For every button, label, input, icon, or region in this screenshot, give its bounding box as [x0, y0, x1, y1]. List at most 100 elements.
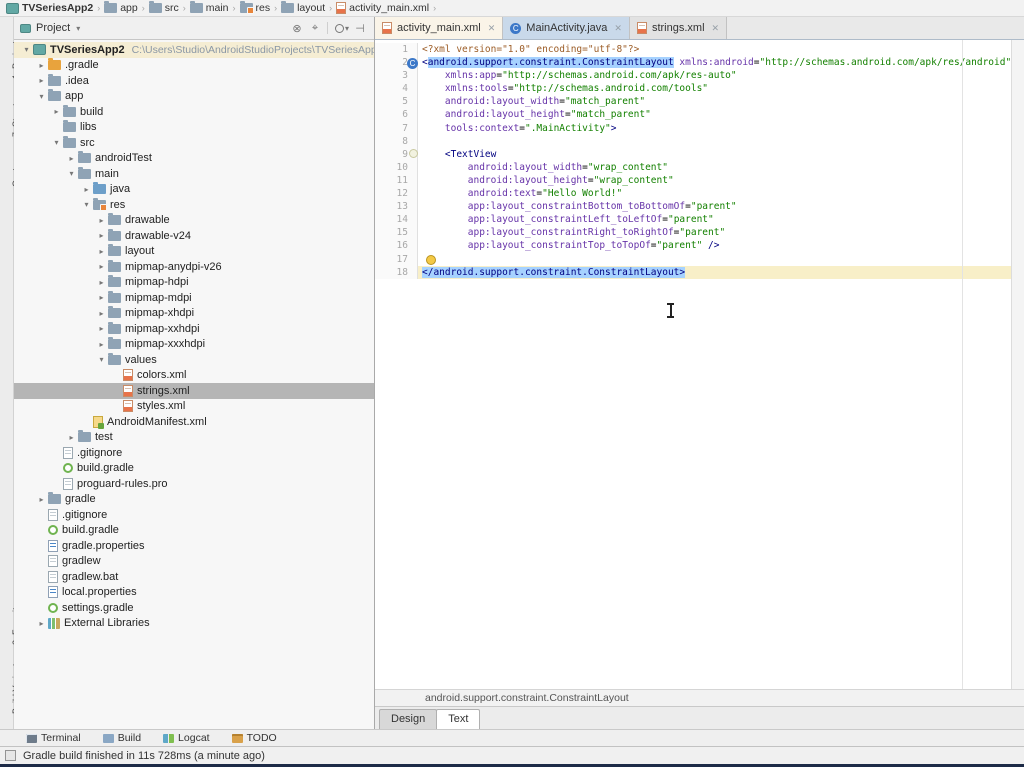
breadcrumb: TVSeriesApp2›app›src›main›res›layout›act…: [0, 0, 1024, 17]
hide-panel-button[interactable]: ⊣: [352, 20, 368, 36]
collapsed-arrow-icon[interactable]: ▸: [50, 107, 63, 116]
collapsed-arrow-icon[interactable]: ▸: [95, 309, 108, 318]
tree-item-mipmap-mdpi[interactable]: ▸mipmap-mdpi: [14, 290, 374, 306]
tree-item--gradle[interactable]: ▸.gradle: [14, 58, 374, 74]
tree-item-main[interactable]: ▾main: [14, 166, 374, 182]
tree-item-colors-xml[interactable]: colors.xml: [14, 368, 374, 384]
collapsed-arrow-icon[interactable]: ▸: [80, 185, 93, 194]
expanded-arrow-icon[interactable]: ▾: [95, 355, 108, 364]
toolwindow-button-terminal[interactable]: Terminal: [26, 732, 81, 744]
tree-item-androidTest[interactable]: ▸androidTest: [14, 151, 374, 167]
expanded-arrow-icon[interactable]: ▾: [20, 45, 33, 54]
tree-item-label: libs: [80, 121, 97, 133]
collapsed-arrow-icon[interactable]: ▸: [95, 262, 108, 271]
toolwindow-toggle-icon[interactable]: [5, 750, 16, 761]
collapsed-arrow-icon[interactable]: ▸: [35, 495, 48, 504]
tree-item-strings-xml[interactable]: strings.xml: [14, 383, 374, 399]
tree-item--gitignore[interactable]: .gitignore: [14, 507, 374, 523]
tree-item-mipmap-xhdpi[interactable]: ▸mipmap-xhdpi: [14, 306, 374, 322]
folder-res-icon: [240, 3, 253, 13]
tree-item-gradle-properties[interactable]: gradle.properties: [14, 538, 374, 554]
collapsed-arrow-icon[interactable]: ▸: [95, 324, 108, 333]
tree-item-layout[interactable]: ▸layout: [14, 244, 374, 260]
tree-item-External-Libraries[interactable]: ▸External Libraries: [14, 616, 374, 632]
tree-item-AndroidManifest-xml[interactable]: AndroidManifest.xml: [14, 414, 374, 430]
tree-item-settings-gradle[interactable]: settings.gradle: [14, 600, 374, 616]
collapsed-arrow-icon[interactable]: ▸: [95, 278, 108, 287]
close-tab-icon[interactable]: ✕: [488, 23, 496, 34]
tree-item--gitignore[interactable]: .gitignore: [14, 445, 374, 461]
tree-item-mipmap-xxxhdpi[interactable]: ▸mipmap-xxxhdpi: [14, 337, 374, 353]
tree-item-gradle[interactable]: ▸gradle: [14, 492, 374, 508]
settings-button[interactable]: ▾: [334, 20, 350, 36]
tree-item-java[interactable]: ▸java: [14, 182, 374, 198]
editor-tab-strings-xml[interactable]: strings.xml✕: [630, 17, 727, 39]
collapsed-arrow-icon[interactable]: ▸: [95, 216, 108, 225]
breadcrumb-item-main[interactable]: main: [188, 2, 231, 14]
expanded-arrow-icon[interactable]: ▾: [35, 92, 48, 101]
editor-mode-tab-design[interactable]: Design: [379, 709, 437, 729]
folder-icon: [149, 3, 162, 13]
tree-item-mipmap-anydpi-v26[interactable]: ▸mipmap-anydpi-v26: [14, 259, 374, 275]
expanded-arrow-icon[interactable]: ▾: [50, 138, 63, 147]
breadcrumb-item-activity_main.xml[interactable]: activity_main.xml: [334, 2, 431, 14]
tree-item-values[interactable]: ▾values: [14, 352, 374, 368]
expanded-arrow-icon[interactable]: ▾: [65, 169, 78, 178]
tree-item-libs[interactable]: libs: [14, 120, 374, 136]
collapse-all-button[interactable]: ⊗: [289, 20, 305, 36]
tree-item-src[interactable]: ▾src: [14, 135, 374, 151]
collapsed-arrow-icon[interactable]: ▸: [95, 247, 108, 256]
toolwindow-button-todo[interactable]: TODO: [232, 732, 277, 744]
intention-bulb-icon[interactable]: [426, 255, 436, 265]
tree-item-app[interactable]: ▾app: [14, 89, 374, 105]
tree-item-TVSeriesApp2[interactable]: ▾TVSeriesApp2C:\Users\Studio\AndroidStud…: [14, 42, 374, 58]
collapsed-arrow-icon[interactable]: ▸: [35, 619, 48, 628]
toolwindow-button-logcat[interactable]: Logcat: [163, 732, 210, 744]
collapsed-arrow-icon[interactable]: ▸: [95, 231, 108, 240]
collapsed-arrow-icon[interactable]: ▸: [65, 154, 78, 163]
tree-item-gradlew[interactable]: gradlew: [14, 554, 374, 570]
collapsed-arrow-icon[interactable]: ▸: [35, 76, 48, 85]
tree-item-proguard-rules-pro[interactable]: proguard-rules.pro: [14, 476, 374, 492]
tree-item-drawable[interactable]: ▸drawable: [14, 213, 374, 229]
editor-scrollbar[interactable]: [1011, 40, 1024, 689]
tree-item-res[interactable]: ▾res: [14, 197, 374, 213]
tree-item--idea[interactable]: ▸.idea: [14, 73, 374, 89]
breadcrumb-item-res[interactable]: res: [238, 2, 273, 14]
folder-icon: [48, 91, 61, 101]
breadcrumb-item-TVSeriesApp2[interactable]: TVSeriesApp2: [4, 2, 95, 14]
breadcrumb-label: res: [256, 2, 271, 14]
collapsed-arrow-icon[interactable]: ▸: [35, 61, 48, 70]
locate-file-button[interactable]: ⌖: [307, 20, 323, 36]
editor-mode-tab-text[interactable]: Text: [436, 709, 480, 729]
collapsed-arrow-icon[interactable]: ▸: [95, 340, 108, 349]
project-panel-title[interactable]: Project ▾: [20, 22, 80, 34]
expanded-arrow-icon[interactable]: ▾: [80, 200, 93, 209]
tree-item-build[interactable]: ▸build: [14, 104, 374, 120]
tree-item-mipmap-hdpi[interactable]: ▸mipmap-hdpi: [14, 275, 374, 291]
code-text: android:layout_width="wrap_content": [418, 161, 1012, 174]
tree-item-test[interactable]: ▸test: [14, 430, 374, 446]
tree-item-build-gradle[interactable]: build.gradle: [14, 461, 374, 477]
collapsed-arrow-icon[interactable]: ▸: [65, 433, 78, 442]
close-tab-icon[interactable]: ✕: [712, 23, 720, 34]
tree-item-styles-xml[interactable]: styles.xml: [14, 399, 374, 415]
tree-item-drawable-v24[interactable]: ▸drawable-v24: [14, 228, 374, 244]
tree-item-local-properties[interactable]: local.properties: [14, 585, 374, 601]
code-line-4: 4 xmlns:tools="http://schemas.android.co…: [375, 82, 1012, 95]
toolwindow-button-build[interactable]: Build: [103, 732, 141, 744]
collapsed-arrow-icon[interactable]: ▸: [95, 293, 108, 302]
gutter-line-number: 14: [375, 213, 418, 226]
tree-item-build-gradle[interactable]: build.gradle: [14, 523, 374, 539]
code-editor[interactable]: 1<?xml version="1.0" encoding="utf-8"?>2…: [375, 40, 1024, 689]
tree-item-mipmap-xxhdpi[interactable]: ▸mipmap-xxhdpi: [14, 321, 374, 337]
tree-item-gradlew-bat[interactable]: gradlew.bat: [14, 569, 374, 585]
close-tab-icon[interactable]: ✕: [614, 23, 622, 34]
breadcrumb-item-layout[interactable]: layout: [279, 2, 327, 14]
editor-tab-MainActivity-java[interactable]: CMainActivity.java✕: [503, 17, 630, 39]
editor-breadcrumb[interactable]: android.support.constraint.ConstraintLay…: [375, 689, 1024, 706]
editor-tab-activity_main-xml[interactable]: activity_main.xml✕: [375, 17, 503, 39]
folder-icon: [108, 355, 121, 365]
breadcrumb-item-app[interactable]: app: [102, 2, 140, 14]
breadcrumb-item-src[interactable]: src: [147, 2, 181, 14]
